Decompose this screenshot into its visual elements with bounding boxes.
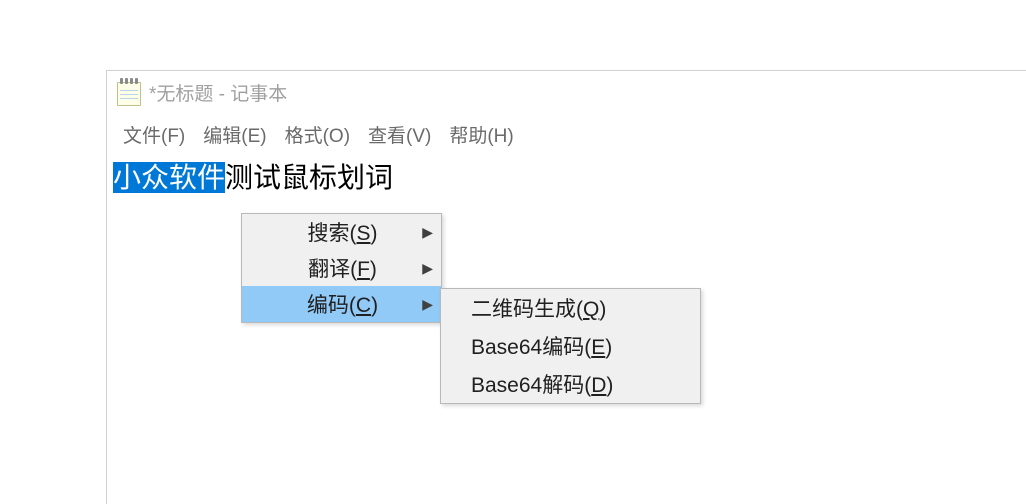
window-title: *无标题 - 记事本 [149, 79, 287, 106]
editor-area[interactable]: 小众软件测试鼠标划词 [107, 158, 1026, 198]
chevron-right-icon: ▶ [413, 296, 433, 313]
titlebar: *无标题 - 记事本 [107, 71, 1026, 113]
editor-text[interactable]: 测试鼠标划词 [225, 162, 393, 193]
submenu-item-label: 二维码生成(Q) [471, 293, 688, 323]
chevron-right-icon: ▶ [413, 224, 433, 241]
context-menu: 搜索(S) ▶ 翻译(F) ▶ 编码(C) ▶ [241, 213, 442, 323]
menubar: 文件(F) 编辑(E) 格式(O) 查看(V) 帮助(H) [107, 113, 1026, 158]
submenu-item-label: Base64编码(E) [471, 331, 688, 361]
menu-item-label: 翻译(F) [272, 253, 413, 283]
menu-item-label: 搜索(S) [272, 217, 413, 247]
menu-item-translate[interactable]: 翻译(F) ▶ [242, 250, 441, 286]
chevron-right-icon: ▶ [413, 260, 433, 277]
submenu-item-label: Base64解码(D) [471, 369, 688, 399]
notepad-icon [117, 78, 141, 106]
menu-edit[interactable]: 编辑(E) [197, 119, 272, 150]
menu-file[interactable]: 文件(F) [117, 119, 191, 150]
menu-item-search[interactable]: 搜索(S) ▶ [242, 214, 441, 250]
submenu-encode: 二维码生成(Q) Base64编码(E) Base64解码(D) [440, 288, 701, 404]
menu-view[interactable]: 查看(V) [362, 119, 437, 150]
submenu-item-base64decode[interactable]: Base64解码(D) [441, 365, 700, 403]
selected-text[interactable]: 小众软件 [113, 162, 225, 193]
submenu-item-qrcode[interactable]: 二维码生成(Q) [441, 289, 700, 327]
submenu-item-base64encode[interactable]: Base64编码(E) [441, 327, 700, 365]
menu-format[interactable]: 格式(O) [279, 119, 356, 150]
menu-help[interactable]: 帮助(H) [443, 119, 519, 150]
menu-item-encode[interactable]: 编码(C) ▶ [242, 286, 441, 322]
menu-item-label: 编码(C) [272, 289, 413, 319]
